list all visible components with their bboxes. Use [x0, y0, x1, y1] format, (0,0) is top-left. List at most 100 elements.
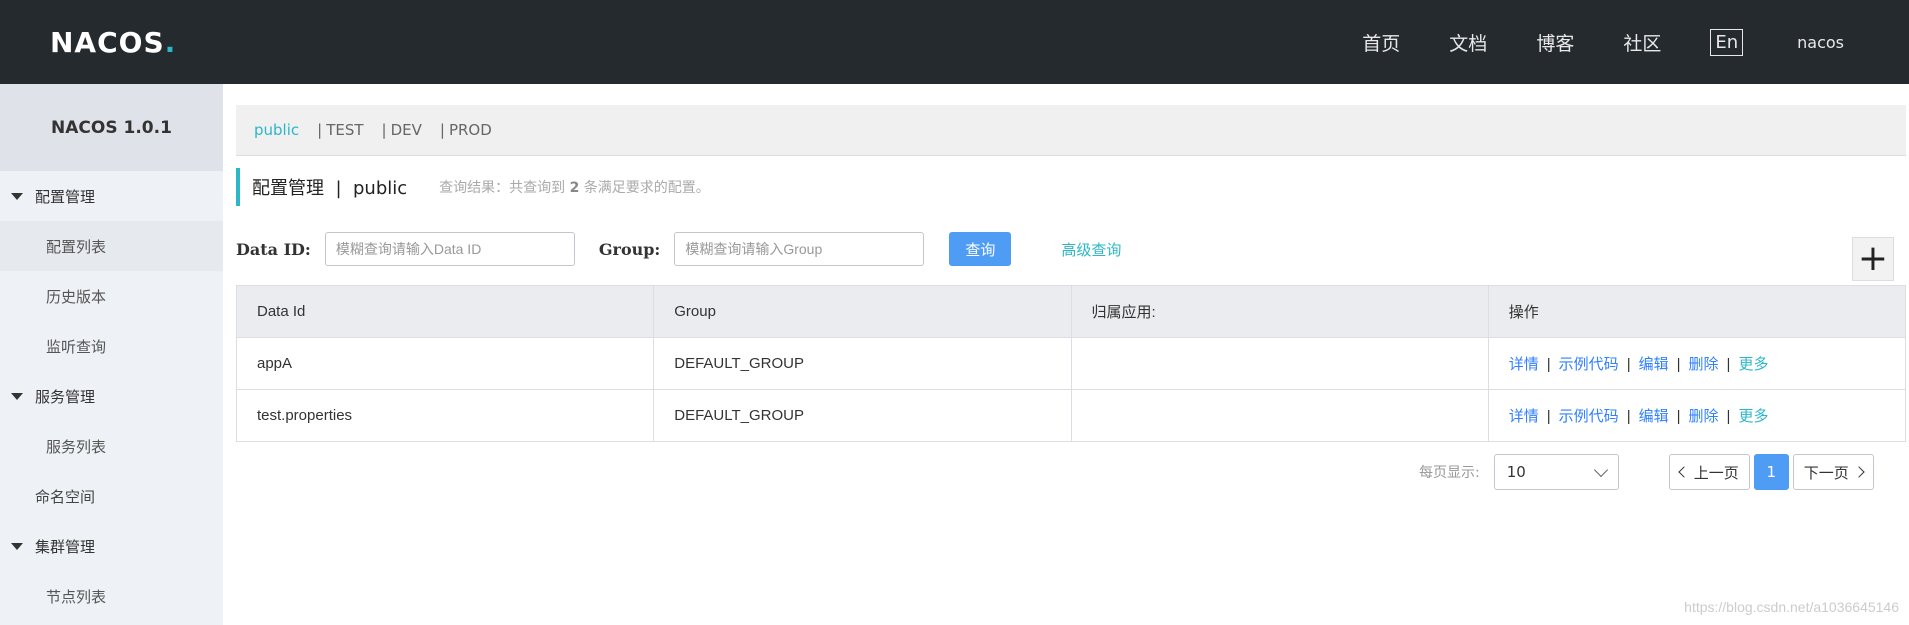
- page-title-name: 配置管理: [252, 178, 324, 199]
- per-page-label: 每页显示:: [1419, 465, 1480, 481]
- op-separator: |: [1546, 408, 1551, 425]
- op-separator: |: [1626, 408, 1631, 425]
- column-header-group: Group: [653, 285, 1072, 338]
- sidebar-group-label: 服务管理: [35, 387, 96, 406]
- op-separator: |: [1626, 356, 1631, 373]
- dataid-search-input[interactable]: [324, 232, 575, 266]
- namespace-separator: |: [439, 121, 445, 139]
- namespace-separator: |: [381, 121, 387, 139]
- table-row: test.properties DEFAULT_GROUP 详情 | 示例代码 | 编辑…: [235, 389, 1907, 442]
- sidebar: NACOS 1.0.1 配置管理 配置列表 历史版本 监听查询 服务管理 服务列…: [0, 84, 223, 625]
- table-header-row: Data Id Group 归属应用: 操作: [235, 285, 1907, 338]
- sidebar-item-listener-query[interactable]: 监听查询: [0, 321, 223, 371]
- op-separator: |: [1726, 408, 1731, 425]
- language-toggle-button[interactable]: En: [1710, 28, 1744, 56]
- op-details-link[interactable]: 详情: [1509, 356, 1539, 373]
- top-header: NACOS. 首页 文档 博客 社区 En nacos: [0, 0, 1909, 84]
- query-result-text: 查询结果：共查询到 2 条满足要求的配置。: [439, 177, 710, 197]
- sidebar-item-history[interactable]: 历史版本: [0, 271, 223, 321]
- logo-dot: .: [164, 25, 176, 59]
- namespace-public[interactable]: public: [254, 121, 299, 139]
- cell-operations: 详情 | 示例代码 | 编辑 | 删除 | 更多: [1487, 389, 1907, 442]
- next-page-label: 下一页: [1803, 463, 1849, 482]
- page-number-button[interactable]: 1: [1753, 454, 1789, 490]
- column-header-operations: 操作: [1487, 285, 1907, 338]
- watermark: https://blog.csdn.net/a1036645146: [1684, 599, 1899, 615]
- nav-blog[interactable]: 博客: [1536, 29, 1574, 56]
- op-separator: |: [1676, 408, 1681, 425]
- advanced-query-link[interactable]: 高级查询: [1061, 239, 1121, 260]
- page-title-bar: 配置管理 | public 查询结果：共查询到 2 条满足要求的配置。: [236, 168, 710, 206]
- namespace-separator: |: [317, 121, 323, 139]
- chevron-down-icon: [1593, 462, 1608, 477]
- sidebar-group-cluster[interactable]: 集群管理: [0, 521, 223, 571]
- sidebar-group-label: 集群管理: [35, 537, 96, 556]
- column-header-dataid: Data Id: [235, 285, 655, 338]
- query-result-suffix: 条满足要求的配置。: [583, 180, 710, 196]
- cell-group: DEFAULT_GROUP: [653, 389, 1072, 442]
- top-nav: 首页 文档 博客 社区 En nacos: [1362, 0, 1909, 84]
- op-delete-link[interactable]: 删除: [1689, 408, 1719, 425]
- sidebar-item-namespace[interactable]: 命名空间: [0, 471, 223, 521]
- op-edit-link[interactable]: 编辑: [1639, 356, 1669, 373]
- chevron-right-icon: [1853, 466, 1865, 478]
- cell-app: [1070, 389, 1489, 442]
- sidebar-group-service[interactable]: 服务管理: [0, 371, 223, 421]
- per-page-select[interactable]: 10: [1493, 454, 1619, 490]
- config-table: Data Id Group 归属应用: 操作 appA DEFAULT_GROU…: [235, 285, 1907, 442]
- sidebar-group-config[interactable]: 配置管理: [0, 171, 223, 221]
- sidebar-item-node-list[interactable]: 节点列表: [0, 571, 223, 621]
- nav-community[interactable]: 社区: [1623, 29, 1661, 56]
- filter-row: Data ID: Group: 查询 高级查询: [236, 232, 1121, 266]
- caret-down-icon: [11, 542, 23, 550]
- search-button[interactable]: 查询: [949, 232, 1012, 266]
- namespace-bar: public | TEST | DEV | PROD: [236, 105, 1906, 156]
- page-title-namespace: public: [352, 178, 408, 199]
- prev-page-button[interactable]: 上一页: [1668, 454, 1750, 490]
- user-name[interactable]: nacos: [1797, 33, 1844, 52]
- group-label: Group:: [598, 239, 661, 259]
- op-separator: |: [1676, 356, 1681, 373]
- cell-dataid: appA: [235, 337, 655, 390]
- dataid-label: Data ID:: [236, 239, 311, 259]
- op-delete-link[interactable]: 删除: [1689, 356, 1719, 373]
- per-page-value: 10: [1506, 463, 1526, 481]
- sidebar-item-config-list[interactable]: 配置列表: [0, 221, 223, 271]
- prev-page-label: 上一页: [1693, 463, 1739, 482]
- cell-dataid: test.properties: [235, 389, 655, 442]
- plus-icon: +: [1857, 238, 1889, 279]
- op-separator: |: [1726, 356, 1731, 373]
- page-title-separator: |: [335, 178, 342, 199]
- query-result-prefix: 查询结果：共查询到: [439, 180, 566, 196]
- chevron-left-icon: [1678, 466, 1690, 478]
- cell-group: DEFAULT_GROUP: [653, 337, 1072, 390]
- namespace-test[interactable]: TEST: [326, 121, 363, 139]
- page-title: 配置管理 | public: [252, 174, 407, 200]
- group-search-input[interactable]: [674, 232, 925, 266]
- column-header-app: 归属应用:: [1070, 285, 1489, 338]
- sidebar-group-label: 配置管理: [35, 187, 96, 206]
- sidebar-item-service-list[interactable]: 服务列表: [0, 421, 223, 471]
- pagination: 每页显示: 10 上一页 1 下一页: [1419, 454, 1874, 490]
- op-more-link[interactable]: 更多: [1738, 408, 1768, 425]
- op-separator: |: [1546, 356, 1551, 373]
- nav-docs[interactable]: 文档: [1449, 29, 1487, 56]
- caret-down-icon: [11, 192, 23, 200]
- add-config-button[interactable]: +: [1852, 237, 1894, 281]
- table-row: appA DEFAULT_GROUP 详情 | 示例代码 | 编辑 | 删除 | 更多: [235, 337, 1907, 390]
- sidebar-title: NACOS 1.0.1: [0, 84, 223, 171]
- cell-operations: 详情 | 示例代码 | 编辑 | 删除 | 更多: [1487, 337, 1907, 390]
- namespace-dev[interactable]: DEV: [391, 121, 422, 139]
- namespace-prod[interactable]: PROD: [449, 121, 492, 139]
- caret-down-icon: [11, 392, 23, 400]
- logo-text: NACOS: [50, 25, 165, 59]
- op-more-link[interactable]: 更多: [1738, 356, 1768, 373]
- op-details-link[interactable]: 详情: [1509, 408, 1539, 425]
- op-edit-link[interactable]: 编辑: [1639, 408, 1669, 425]
- op-sample-code-link[interactable]: 示例代码: [1559, 356, 1619, 373]
- nav-home[interactable]: 首页: [1362, 29, 1400, 56]
- nacos-logo[interactable]: NACOS.: [50, 25, 176, 59]
- op-sample-code-link[interactable]: 示例代码: [1559, 408, 1619, 425]
- query-result-count: 2: [569, 180, 580, 196]
- next-page-button[interactable]: 下一页: [1792, 454, 1874, 490]
